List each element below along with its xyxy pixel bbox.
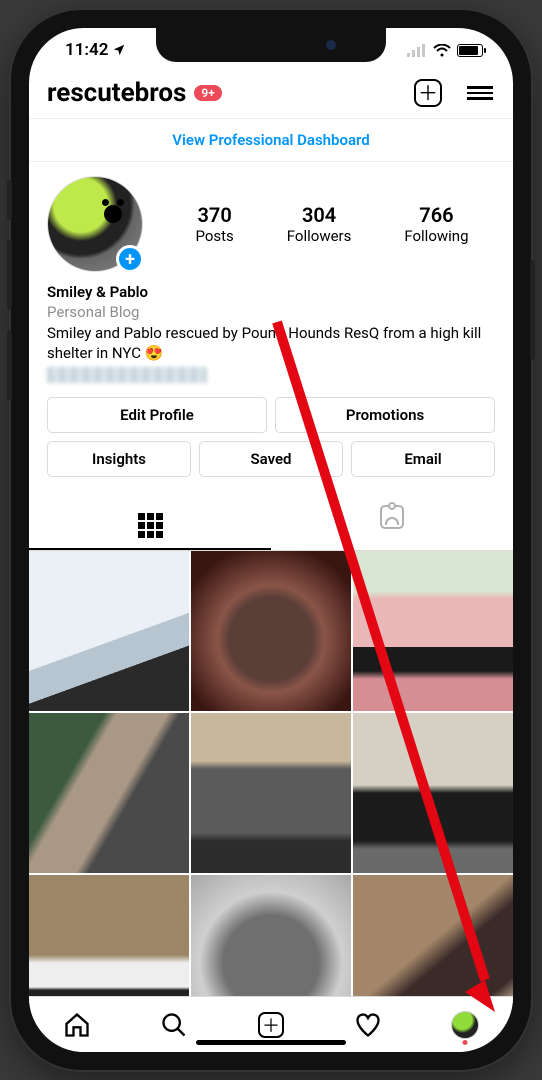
plus-square-icon: ＋ [414, 79, 442, 107]
photo-thumbnail[interactable] [353, 713, 513, 873]
promotions-button[interactable]: Promotions [275, 397, 495, 433]
bio-link-redacted[interactable] [47, 367, 207, 383]
following-label: Following [404, 227, 468, 245]
search-tab[interactable] [160, 1011, 188, 1039]
followers-count: 304 [287, 203, 352, 227]
home-icon [63, 1011, 91, 1039]
search-icon [160, 1011, 188, 1039]
menu-button[interactable] [465, 78, 495, 108]
create-tab[interactable]: ＋ [257, 1011, 285, 1039]
posts-stat[interactable]: 370 Posts [195, 203, 233, 245]
notification-badge: 9+ [194, 85, 221, 101]
notification-dot-icon [462, 1040, 467, 1045]
photo-grid [29, 551, 513, 996]
home-tab[interactable] [63, 1011, 91, 1039]
professional-dashboard-link[interactable]: View Professional Dashboard [29, 118, 513, 162]
following-stat[interactable]: 766 Following [404, 203, 468, 245]
wifi-icon [433, 44, 451, 57]
heart-icon [354, 1011, 382, 1039]
photo-thumbnail[interactable] [191, 551, 351, 711]
hamburger-icon [467, 83, 493, 103]
photo-thumbnail[interactable] [29, 875, 189, 996]
bio-text: Smiley and Pablo rescued by Pound Hounds… [47, 323, 495, 364]
create-button[interactable]: ＋ [413, 78, 443, 108]
add-story-badge[interactable]: + [116, 245, 144, 273]
cellular-icon [407, 44, 427, 57]
photo-thumbnail[interactable] [191, 875, 351, 996]
saved-button[interactable]: Saved [199, 441, 343, 477]
photo-thumbnail[interactable] [353, 875, 513, 996]
profile-avatar-icon [451, 1011, 479, 1039]
profile-avatar[interactable]: + [47, 176, 143, 272]
home-indicator[interactable] [196, 1040, 346, 1045]
edit-profile-button[interactable]: Edit Profile [47, 397, 267, 433]
display-name: Smiley & Pablo [47, 282, 495, 302]
username-dropdown[interactable]: rescutebros 9+ [47, 78, 222, 108]
tagged-tab[interactable] [271, 495, 513, 550]
grid-icon [138, 513, 163, 538]
location-arrow-icon [112, 43, 126, 57]
followers-label: Followers [287, 227, 352, 245]
following-count: 766 [404, 203, 468, 227]
photo-thumbnail[interactable] [353, 551, 513, 711]
posts-count: 370 [195, 203, 233, 227]
photo-thumbnail[interactable] [29, 551, 189, 711]
plus-square-icon: ＋ [258, 1012, 284, 1038]
profile-tab[interactable] [451, 1011, 479, 1039]
activity-tab[interactable] [354, 1011, 382, 1039]
grid-tab[interactable] [29, 495, 271, 550]
username-label: rescutebros [47, 78, 186, 108]
tagged-icon [380, 505, 404, 529]
photo-thumbnail[interactable] [191, 713, 351, 873]
battery-icon [457, 44, 483, 57]
status-time: 11:42 [65, 40, 108, 60]
followers-stat[interactable]: 304 Followers [287, 203, 352, 245]
paw-icon [104, 205, 122, 223]
email-button[interactable]: Email [351, 441, 495, 477]
insights-button[interactable]: Insights [47, 441, 191, 477]
posts-label: Posts [195, 227, 233, 245]
account-category: Personal Blog [47, 302, 495, 322]
photo-thumbnail[interactable] [29, 713, 189, 873]
